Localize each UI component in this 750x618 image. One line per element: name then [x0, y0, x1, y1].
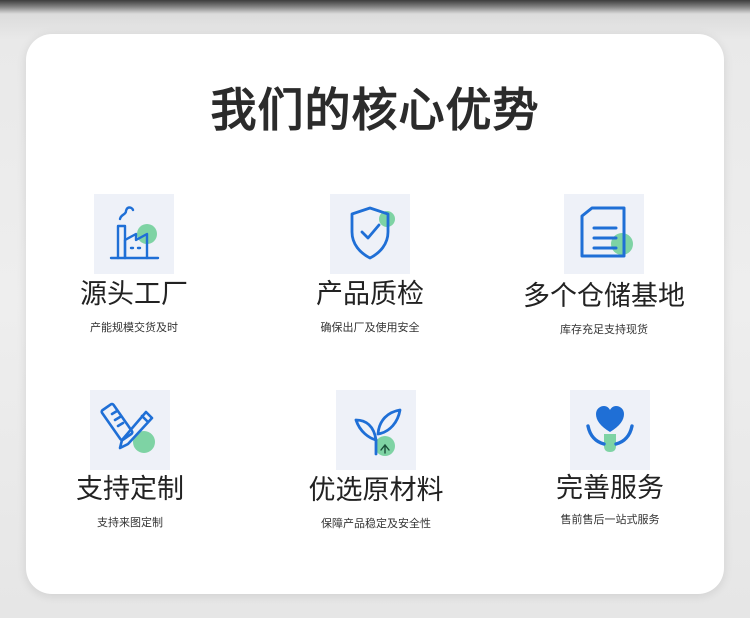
feature-title: 产品质检: [316, 279, 424, 310]
feature-desc: 保障产品稳定及安全性: [321, 517, 431, 530]
feature-desc: 支持来图定制: [97, 516, 163, 529]
feature-customization: 支持定制 支持来图定制: [20, 390, 240, 540]
feature-title: 优选原材料: [308, 475, 444, 506]
feature-quality-inspection: 产品质检 确保出厂及使用安全: [260, 194, 480, 344]
feature-raw-materials: 优选原材料 保障产品稳定及安全性: [266, 390, 486, 540]
feature-desc: 产能规模交货及时: [90, 321, 178, 334]
feature-title: 源头工厂: [80, 279, 188, 310]
feature-service: 完善服务 售前售后一站式服务: [500, 390, 720, 540]
warehouse-icon: [564, 194, 644, 274]
sprout-icon: [336, 390, 416, 470]
feature-desc: 售前售后一站式服务: [560, 513, 660, 526]
feature-title: 支持定制: [76, 474, 184, 505]
feature-title: 多个仓储基地: [523, 281, 685, 312]
pencil-ruler-icon: [90, 390, 170, 470]
feature-warehouses: 多个仓储基地 库存充足支持现货: [494, 194, 714, 344]
heart-hands-icon: [570, 390, 650, 470]
feature-desc: 确保出厂及使用安全: [320, 321, 420, 334]
shield-check-icon: [330, 194, 410, 274]
feature-title: 完善服务: [556, 473, 664, 504]
feature-desc: 库存充足支持现货: [560, 323, 648, 336]
feature-source-factory: 源头工厂 产能规模交货及时: [24, 194, 244, 344]
factory-icon: [94, 194, 174, 274]
page-title: 我们的核心优势: [210, 83, 540, 137]
